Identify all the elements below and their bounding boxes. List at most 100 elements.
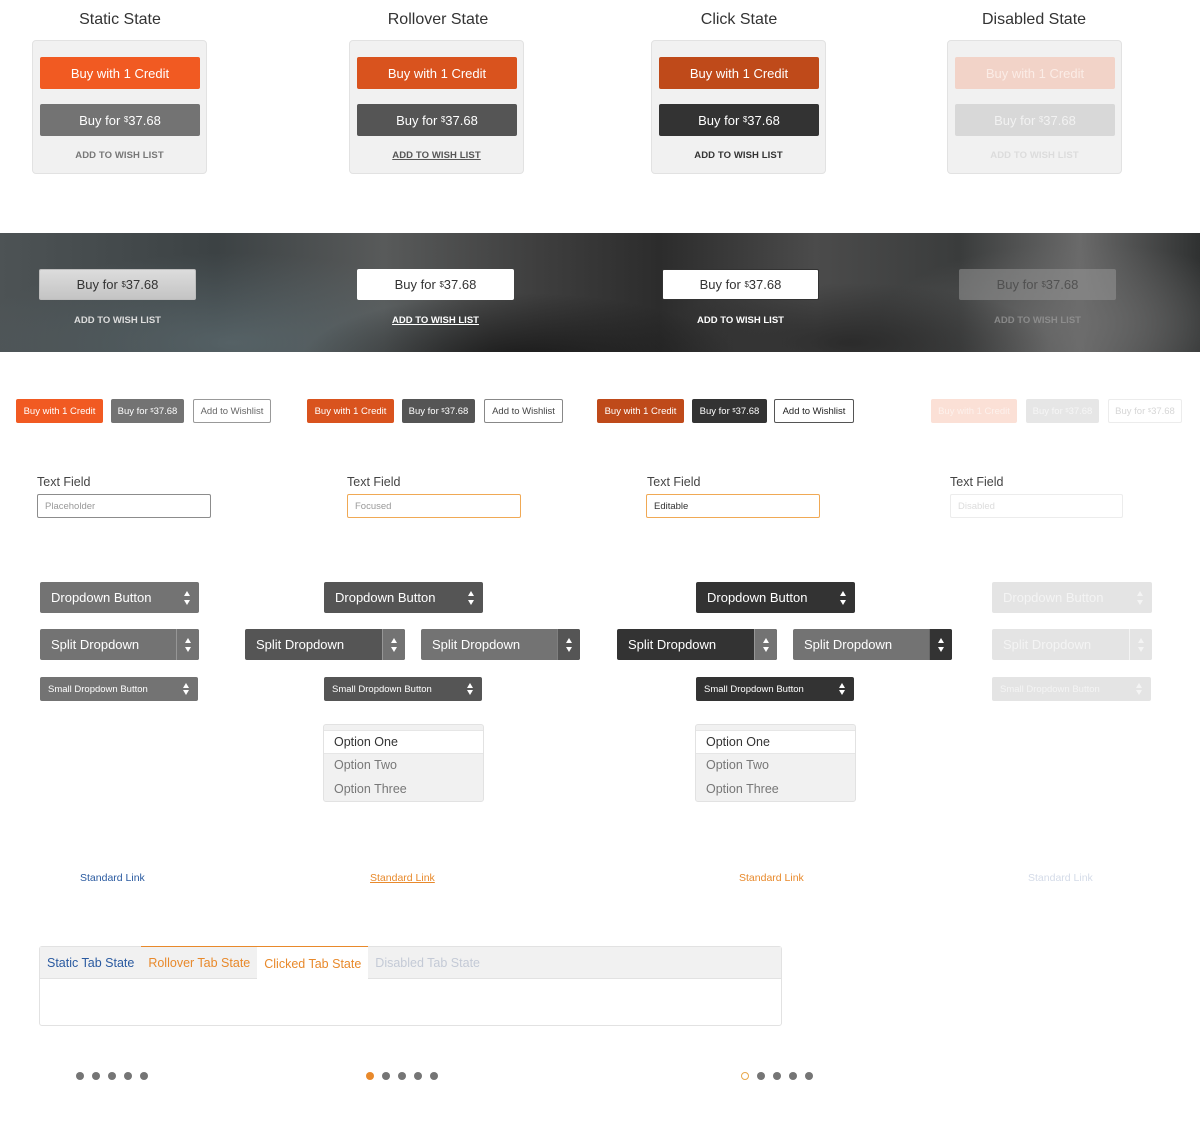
small-buy-credit-button-static[interactable]: Buy with 1 Credit — [16, 399, 103, 423]
small-dropdown-button-static[interactable]: Small Dropdown Button — [40, 677, 198, 701]
menu-option[interactable]: Option Three — [696, 777, 855, 801]
small-dropdown-button-rollover[interactable]: Small Dropdown Button — [324, 677, 482, 701]
page-dot-active[interactable] — [741, 1072, 749, 1080]
page-dot[interactable] — [124, 1072, 132, 1080]
price-value: 37.68 — [1151, 405, 1175, 417]
split-dropdown-main[interactable]: Split Dropdown — [40, 629, 176, 660]
band-wish-link-click[interactable]: ADD TO WISH LIST — [662, 315, 819, 326]
text-field-disabled[interactable]: Disabled — [950, 494, 1123, 518]
tab-static[interactable]: Static Tab State — [40, 947, 141, 979]
split-dropdown-click-main[interactable]: Split Dropdown — [617, 629, 777, 660]
buy-credit-button[interactable]: Buy with 1 Credit — [40, 57, 200, 89]
menu-option[interactable]: Option Two — [696, 754, 855, 778]
page-dot[interactable] — [789, 1072, 797, 1080]
split-dropdown-toggle[interactable] — [382, 629, 405, 660]
add-to-wish-list-link[interactable]: ADD TO WISH LIST — [652, 150, 825, 161]
add-to-wish-list-link[interactable]: ADD TO WISH LIST — [350, 150, 523, 161]
page-dot-active[interactable] — [366, 1072, 374, 1080]
standard-link-click[interactable]: Standard Link — [739, 872, 804, 884]
buy-credit-button[interactable]: Buy with 1 Credit — [357, 57, 517, 89]
band-buy-price-button-disabled[interactable]: Buy for $37.68 — [959, 269, 1116, 300]
buy-credit-button[interactable]: Buy with 1 Credit — [659, 57, 819, 89]
small-add-to-wishlist-button-rollover[interactable]: Add to Wishlist — [484, 399, 563, 423]
split-dropdown-rollover-toggle[interactable]: Split Dropdown — [421, 629, 580, 660]
band-buy-price-button-click[interactable]: Buy for $37.68 — [662, 269, 819, 300]
page-dot[interactable] — [140, 1072, 148, 1080]
page-dot[interactable] — [414, 1072, 422, 1080]
pagination-rollover — [366, 1072, 438, 1080]
standard-link-rollover[interactable]: Standard Link — [370, 872, 435, 884]
menu-option[interactable]: Option Two — [324, 754, 483, 778]
page-dot[interactable] — [757, 1072, 765, 1080]
small-dropdown-button-click[interactable]: Small Dropdown Button — [696, 677, 854, 701]
small-add-to-wishlist-button-static[interactable]: Add to Wishlist — [193, 399, 271, 423]
buy-price-button[interactable]: Buy for $37.68 — [40, 104, 200, 136]
buy-price-button[interactable]: Buy for $37.68 — [659, 104, 819, 136]
dropdown-button-disabled[interactable]: Dropdown Button — [992, 582, 1152, 613]
price-value: 37.68 — [735, 405, 760, 417]
buy-price-button[interactable]: Buy for $37.68 — [955, 104, 1115, 136]
price-prefix: Buy for — [996, 277, 1038, 292]
text-field-editable[interactable]: Editable — [646, 494, 820, 518]
tab-clicked[interactable]: Clicked Tab State — [257, 946, 369, 980]
small-buy-price-button-rollover[interactable]: Buy for $37.68 — [402, 399, 475, 423]
page-dot[interactable] — [430, 1072, 438, 1080]
split-dropdown-rollover-main[interactable]: Split Dropdown — [245, 629, 405, 660]
menu-option[interactable]: Option One — [696, 730, 855, 754]
split-dropdown-click-toggle[interactable]: Split Dropdown — [793, 629, 952, 660]
text-field-placeholder[interactable]: Placeholder — [37, 494, 211, 518]
small-buy-price-button-click[interactable]: Buy for $37.68 — [692, 399, 767, 423]
band-buy-price-button-rollover[interactable]: Buy for $37.68 — [357, 269, 514, 300]
band-buy-price-button-static[interactable]: Buy for $37.68 — [39, 269, 196, 300]
split-dropdown-toggle[interactable] — [176, 629, 199, 660]
add-to-wish-list-link[interactable]: ADD TO WISH LIST — [33, 150, 206, 161]
split-dropdown-main[interactable]: Split Dropdown — [617, 629, 754, 660]
page-dot[interactable] — [805, 1072, 813, 1080]
tab-disabled[interactable]: Disabled Tab State — [368, 947, 487, 979]
split-dropdown-toggle[interactable] — [754, 629, 777, 660]
page-dot[interactable] — [76, 1072, 84, 1080]
split-dropdown-disabled[interactable]: Split Dropdown — [992, 629, 1152, 660]
small-buy-price-button-static[interactable]: Buy for $37.68 — [111, 399, 184, 423]
dropdown-button-static[interactable]: Dropdown Button — [40, 582, 199, 613]
tab-rollover[interactable]: Rollover Tab State — [141, 946, 258, 979]
band-wish-link-rollover[interactable]: ADD TO WISH LIST — [357, 315, 514, 326]
band-wish-link-disabled[interactable]: ADD TO WISH LIST — [959, 315, 1116, 326]
band-wish-link-static[interactable]: ADD TO WISH LIST — [39, 315, 196, 326]
page-dot[interactable] — [398, 1072, 406, 1080]
up-down-arrows-icon — [468, 590, 475, 605]
text-field-focused[interactable]: Focused — [347, 494, 521, 518]
small-dropdown-button-disabled[interactable]: Small Dropdown Button — [992, 677, 1151, 701]
split-dropdown-toggle[interactable] — [929, 629, 952, 660]
small-buy-credit-button-click[interactable]: Buy with 1 Credit — [597, 399, 684, 423]
small-buy-price-button-disabled[interactable]: Buy for $37.68 — [1026, 399, 1099, 423]
standard-link-static[interactable]: Standard Link — [80, 872, 145, 884]
dropdown-button-rollover[interactable]: Dropdown Button — [324, 582, 483, 613]
page-dot[interactable] — [773, 1072, 781, 1080]
price-value: 37.68 — [445, 112, 478, 128]
standard-link-disabled[interactable]: Standard Link — [1028, 872, 1093, 884]
split-dropdown-main[interactable]: Split Dropdown — [793, 629, 929, 660]
split-dropdown-toggle[interactable] — [557, 629, 580, 660]
small-buy-credit-button-rollover[interactable]: Buy with 1 Credit — [307, 399, 394, 423]
split-dropdown-toggle[interactable] — [1129, 629, 1152, 660]
menu-option[interactable]: Option One — [324, 730, 483, 754]
split-dropdown-main[interactable]: Split Dropdown — [992, 629, 1129, 660]
small-buy-credit-button-disabled[interactable]: Buy with 1 Credit — [931, 399, 1017, 423]
dropdown-label: Small Dropdown Button — [332, 683, 432, 695]
dropdown-button-click[interactable]: Dropdown Button — [696, 582, 855, 613]
split-dropdown-static[interactable]: Split Dropdown — [40, 629, 199, 660]
small-buy-price-outline-button-disabled[interactable]: Buy for $37.68 — [1108, 399, 1182, 423]
dropdown-label: Small Dropdown Button — [1000, 683, 1100, 695]
split-dropdown-main[interactable]: Split Dropdown — [245, 629, 382, 660]
buy-price-button[interactable]: Buy for $37.68 — [357, 104, 517, 136]
add-to-wish-list-link[interactable]: ADD TO WISH LIST — [948, 150, 1121, 161]
buy-credit-button[interactable]: Buy with 1 Credit — [955, 57, 1115, 89]
small-add-to-wishlist-button-click[interactable]: Add to Wishlist — [774, 399, 854, 423]
page-dot[interactable] — [108, 1072, 116, 1080]
page-dot[interactable] — [92, 1072, 100, 1080]
page-dot[interactable] — [382, 1072, 390, 1080]
price-prefix: Buy for — [79, 112, 121, 128]
menu-option[interactable]: Option Three — [324, 777, 483, 801]
split-dropdown-main[interactable]: Split Dropdown — [421, 629, 557, 660]
